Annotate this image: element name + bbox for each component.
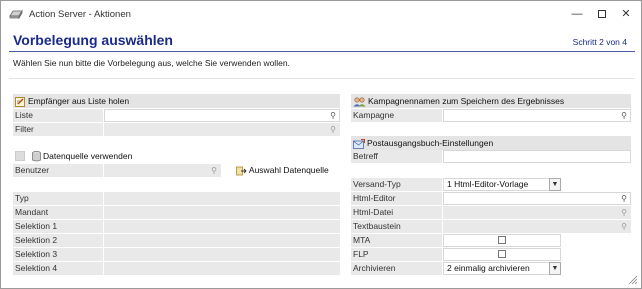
- window-title: Action Server - Aktionen: [29, 9, 131, 20]
- flp-field: [443, 248, 561, 261]
- postout-section-title: Postausgangsbuch-Einstellungen: [367, 138, 494, 148]
- postout-section-header: Postausgangsbuch-Einstellungen: [351, 136, 631, 150]
- auswahl-datenquelle-button[interactable]: Auswahl Datenquelle: [236, 164, 329, 177]
- mandant-label: Mandant: [13, 206, 103, 219]
- kampagne-label: Kampagne: [351, 109, 442, 122]
- selektion-1-field: [104, 220, 340, 233]
- search-icon[interactable]: ⚲: [621, 221, 627, 232]
- step-indicator: Schritt 2 von 4: [572, 37, 627, 47]
- kampagne-field[interactable]: ⚲: [443, 109, 631, 122]
- title-bar: Action Server - Aktionen — ✕: [1, 1, 641, 27]
- campaign-section-title: Kampagnennamen zum Speichern des Ergebni…: [368, 96, 565, 106]
- flp-label: FLP: [351, 248, 442, 261]
- html-editor-label: Html-Editor: [351, 192, 442, 205]
- html-datei-field[interactable]: ⚲: [443, 206, 631, 219]
- chevron-down-icon[interactable]: ▼: [549, 178, 561, 191]
- minimize-icon: —: [571, 8, 583, 20]
- selektion-4-label: Selektion 4: [13, 262, 103, 275]
- mta-label: MTA: [351, 234, 442, 247]
- selektion-3-label: Selektion 3: [13, 248, 103, 261]
- minimize-button[interactable]: —: [569, 6, 585, 22]
- search-icon[interactable]: ⚲: [330, 124, 336, 135]
- list-icon: [15, 96, 25, 107]
- datasource-checkbox[interactable]: [15, 151, 25, 161]
- versand-typ-value: 1 Html-Editor-Vorlage: [447, 179, 529, 189]
- benutzer-field[interactable]: ⚲: [104, 164, 221, 177]
- archivieren-value: 2 einmalig archivieren: [447, 263, 530, 273]
- campaign-section-header: Kampagnennamen zum Speichern des Ergebni…: [351, 94, 631, 108]
- intro-text: Wählen Sie nun bitte die Vorbelegung aus…: [13, 58, 290, 68]
- search-icon[interactable]: ⚲: [621, 207, 627, 218]
- maximize-button[interactable]: [594, 6, 610, 22]
- archivieren-label: Archivieren: [351, 262, 442, 275]
- server-icon: [9, 9, 23, 19]
- maximize-icon: [598, 10, 606, 19]
- filter-label: Filter: [13, 123, 103, 136]
- chevron-down-icon[interactable]: ▼: [549, 262, 561, 275]
- selektion-2-field: [104, 234, 340, 247]
- search-icon[interactable]: ⚲: [621, 110, 627, 121]
- outbox-icon: [353, 138, 365, 149]
- dialog-window: Action Server - Aktionen — ✕ Vorbelegung…: [0, 0, 642, 289]
- betreff-label: Betreff: [351, 150, 442, 163]
- versand-typ-select[interactable]: 1 Html-Editor-Vorlage ▼: [443, 178, 561, 191]
- page-title: Vorbelegung auswählen: [13, 32, 173, 48]
- selektion-1-label: Selektion 1: [13, 220, 103, 233]
- typ-label: Typ: [13, 192, 103, 205]
- header-divider: [9, 51, 635, 52]
- liste-field[interactable]: ⚲: [104, 109, 340, 122]
- archivieren-select[interactable]: 2 einmalig archivieren ▼: [443, 262, 561, 275]
- search-icon[interactable]: ⚲: [621, 193, 627, 204]
- auswahl-datenquelle-label: Auswahl Datenquelle: [248, 165, 329, 175]
- typ-field: [104, 192, 340, 205]
- mandant-field: [104, 206, 340, 219]
- database-icon: [32, 151, 41, 162]
- datasource-row: Datenquelle verwenden: [13, 149, 340, 163]
- close-icon: ✕: [621, 8, 631, 20]
- intro-divider: [9, 78, 635, 79]
- benutzer-label: Benutzer: [13, 164, 103, 177]
- versand-typ-label: Versand-Typ: [351, 178, 442, 191]
- datasource-label: Datenquelle verwenden: [43, 151, 133, 161]
- selektion-3-field: [104, 248, 340, 261]
- selektion-2-label: Selektion 2: [13, 234, 103, 247]
- recipients-section-header: Empfänger aus Liste holen: [13, 94, 340, 108]
- mta-checkbox[interactable]: [498, 236, 506, 244]
- selektion-4-field: [104, 262, 340, 275]
- betreff-field[interactable]: [443, 150, 631, 163]
- select-source-icon: [236, 166, 247, 176]
- people-icon: [353, 97, 366, 107]
- textbaustein-label: Textbaustein: [351, 220, 442, 233]
- filter-field[interactable]: ⚲: [104, 123, 340, 136]
- html-datei-label: Html-Datei: [351, 206, 442, 219]
- recipients-section-title: Empfänger aus Liste holen: [28, 96, 130, 106]
- close-button[interactable]: ✕: [618, 6, 634, 22]
- textbaustein-field[interactable]: ⚲: [443, 220, 631, 233]
- resize-grip-icon[interactable]: [628, 275, 638, 285]
- mta-field: [443, 234, 561, 247]
- search-icon[interactable]: ⚲: [330, 110, 336, 121]
- html-editor-field[interactable]: ⚲: [443, 192, 631, 205]
- liste-label: Liste: [13, 109, 103, 122]
- search-icon[interactable]: ⚲: [211, 165, 217, 176]
- flp-checkbox[interactable]: [498, 250, 506, 258]
